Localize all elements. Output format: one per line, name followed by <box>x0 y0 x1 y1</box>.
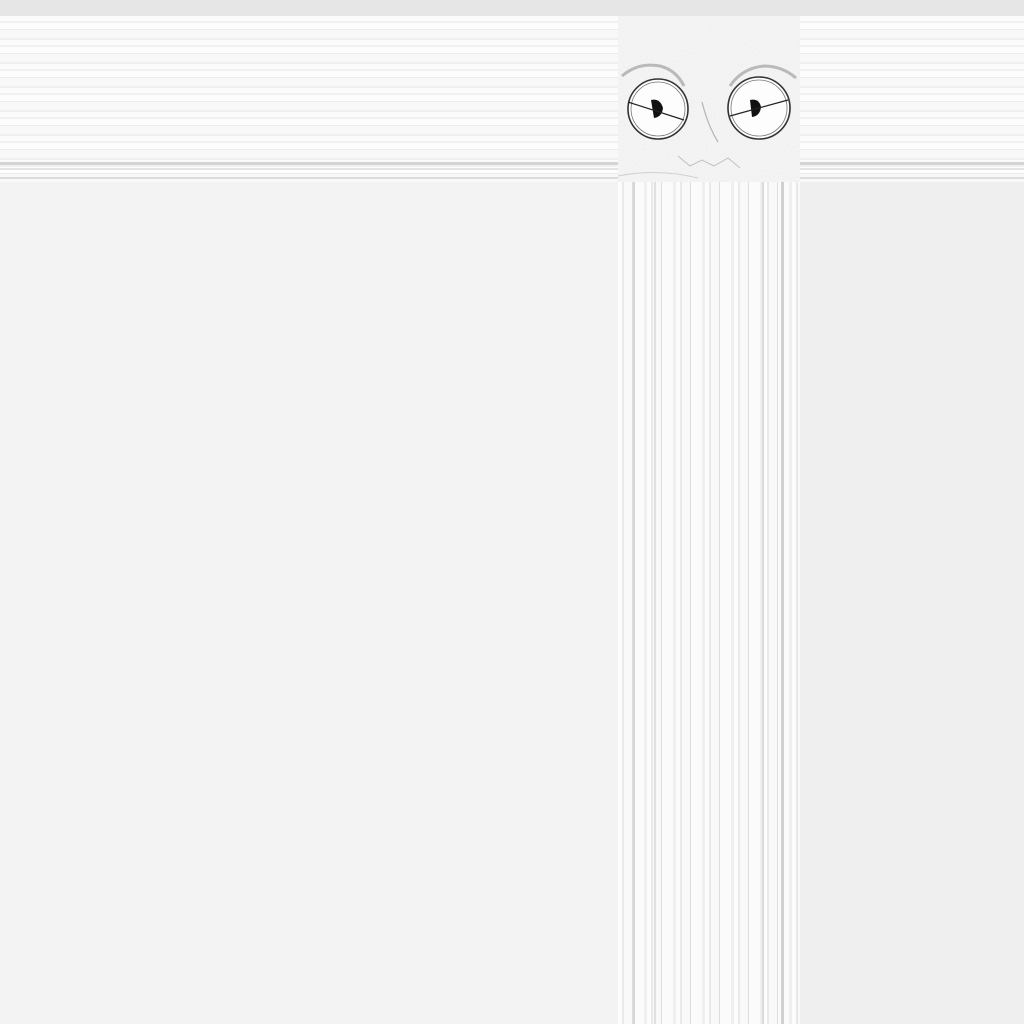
band-edge-line <box>0 177 1024 179</box>
band-edge-line <box>0 162 1024 165</box>
column-line <box>654 182 656 1024</box>
right-panel <box>800 182 1024 1024</box>
column-line <box>762 182 764 1024</box>
horizontal-streak-band <box>0 16 1024 182</box>
left-panel <box>0 182 618 1024</box>
sketched-eyes-face-icon <box>618 16 800 182</box>
vertical-streak-column <box>618 182 800 1024</box>
canvas <box>0 0 1024 1024</box>
band-edge-line <box>0 168 1024 170</box>
column-line <box>633 182 635 1024</box>
column-line <box>781 182 784 1024</box>
top-strip <box>0 0 1024 16</box>
